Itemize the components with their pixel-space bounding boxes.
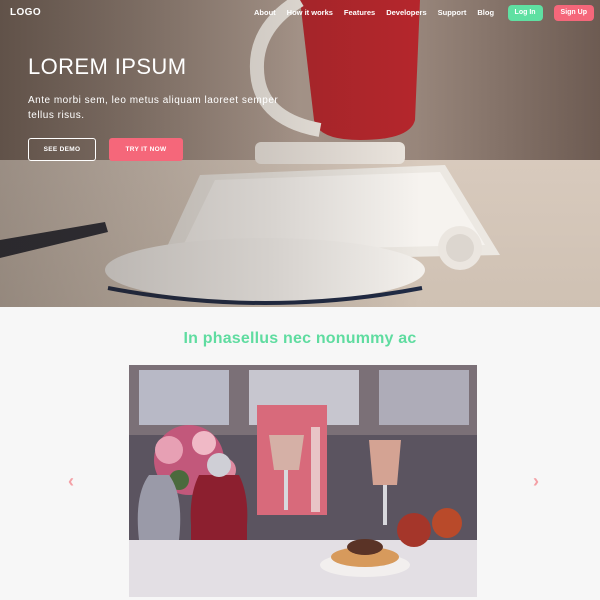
- hero-title: LOREM IPSUM: [28, 54, 187, 79]
- try-it-now-button[interactable]: TRY IT NOW: [109, 138, 183, 161]
- nav-link-blog[interactable]: Blog: [472, 5, 500, 21]
- nav-link-about[interactable]: About: [248, 5, 281, 21]
- dinner-table-photo: [129, 365, 477, 597]
- signup-button[interactable]: Sign Up: [553, 5, 594, 21]
- nav-link-developers[interactable]: Developers: [381, 5, 432, 21]
- logo[interactable]: LOGO: [10, 7, 41, 18]
- nav-link-features[interactable]: Features: [338, 5, 380, 21]
- carousel-image: [129, 365, 477, 597]
- top-navbar: LOGO About How it works Features Develop…: [0, 0, 600, 28]
- chevron-left-icon[interactable]: ‹: [64, 472, 78, 490]
- hero-subtitle: Ante morbi sem, leo metus aliquam laoree…: [28, 95, 279, 121]
- section-title: In phasellus nec nonummy ac: [183, 330, 417, 347]
- hero-section: LOGO About How it works Features Develop…: [0, 0, 600, 307]
- nav-link-how-it-works[interactable]: How it works: [281, 5, 338, 21]
- nav-link-support[interactable]: Support: [432, 5, 472, 21]
- see-demo-button[interactable]: SEE DEMO: [28, 138, 96, 161]
- chevron-right-icon[interactable]: ›: [529, 472, 543, 490]
- nav-links: About How it works Features Developers S…: [248, 5, 594, 21]
- login-button[interactable]: Log In: [507, 5, 543, 21]
